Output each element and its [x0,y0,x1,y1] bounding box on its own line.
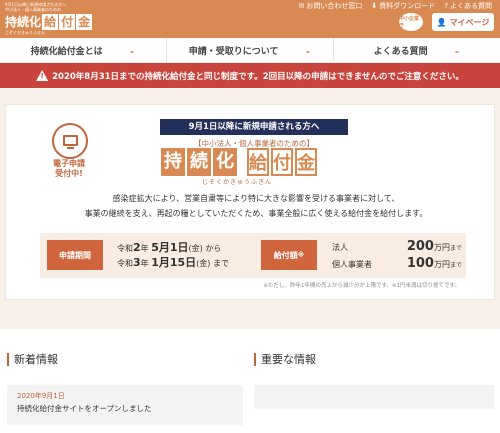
important-heading: 重要な情報 [254,353,316,366]
header-bar: 9月1日以降に新規申請される方へ 中小法人・個人事業者のための 持 続 化 給 … [0,0,500,38]
logo-ruby: じぞくかきゅうふきん [5,30,45,35]
apply-status-line1: 電子申請 [53,159,85,168]
title-char: 金 [295,148,317,176]
faq-link-label: よくある質問 [450,2,492,10]
title-ruby: じぞくかきゅうふきん [202,179,273,186]
title-char: 化 [213,148,237,176]
description-line: 感染症拡大により、営業自粛等により特に大きな影響を受ける事業者に対して、 [112,194,400,203]
period-end: 令和3年 1月15日(金) まで [117,256,229,269]
download-link-label: 資料ダウンロード [379,2,436,10]
download-icon: ⬇ [371,2,378,10]
period-start: 令和2年 5月1日(金) から [117,241,222,254]
hero-description: 感染症拡大により、営業自粛等により特に大きな影響を受ける事業者に対して、 事業の… [66,191,446,221]
logo-wordmark: 持 続 化 給 付 金 [5,14,93,30]
important-list [254,385,494,409]
nav-item-label: 申請・受取りについて [188,46,279,57]
chusho-kigyocho-logo[interactable]: 中小企業庁 [399,13,423,31]
logo-char: 金 [76,14,93,30]
hero-title: 持 続 化 給 付 金 [161,148,319,176]
mail-icon: ✉ [298,2,305,10]
chevron-down-icon: ⌄ [128,45,136,55]
apply-status-line2: 受付中! [55,169,83,178]
warning-icon: ! [36,70,49,81]
contact-link-label: お問い合わせ窓口 [306,2,363,10]
alert-text: 2020年8月31日までの持続化給付金と同じ制度です。2回目以降の申請はできませ… [52,71,464,82]
logo-char: 化 [29,15,42,29]
download-link[interactable]: ⬇ 資料ダウンロード [371,1,435,11]
corp-amount-row: 法人 200万円まで [332,239,462,254]
alert-banner: ! 2020年8月31日までの持続化給付金と同じ制度です。2回目以降の申請はでき… [0,63,500,88]
faq-link[interactable]: ? よくある質問 [444,1,492,11]
news-date: 2020年9月1日 [17,392,65,400]
contact-link[interactable]: ✉ お問い合わせ窓口 [299,1,363,11]
description-line: 事業の継続を支え、再起の糧としていただくため、事業全般に広く使える給付金を給付し… [84,209,428,218]
nav-item-label: よくある質問 [373,46,428,57]
nav-item-apply[interactable]: 申請・受取りについて ⌄ [167,38,334,62]
news-item[interactable]: 2020年9月1日 持続化給付金サイトをオープンしました [7,385,243,425]
mypage-button[interactable]: 👤 マイページ [432,13,494,31]
apply-status: 電子申請 受付中! [39,159,99,179]
nav-item-about[interactable]: 持続化給付金とは ⌄ [0,38,167,62]
mypage-button-label: マイページ [449,17,490,27]
chevron-down-icon: ⌄ [304,45,312,55]
news-heading: 新着情報 [7,353,58,366]
logo-char: 持 [5,15,18,29]
corp-amount: 200 [406,239,434,254]
user-icon: 👤 [436,17,447,27]
indiv-amount-row: 個人事業者 100万円まで [332,256,462,271]
period-dates: 令和2年 5月1日(金) から 令和3年 1月15日(金) まで [117,241,229,271]
chevron-down-icon: ⌄ [453,45,461,55]
title-char: 給 [247,148,269,176]
nav-item-label: 持続化給付金とは [30,46,103,57]
nav-item-faq[interactable]: よくある質問 ⌄ [334,38,500,62]
corp-label: 法人 [332,243,348,252]
indiv-amount: 100 [406,256,434,271]
period-label: 申請期間 [47,240,103,270]
title-char: 続 [187,148,211,176]
info-box: 申請期間 令和2年 5月1日(金) から 令和3年 1月15日(金) まで 給付… [40,233,466,278]
hero-card: 電子申請 受付中! 9月1日以降に新規申請される方へ 【中小法人・個人事業者のた… [5,104,495,300]
question-icon: ? [444,2,448,10]
amounts: 法人 200万円まで 個人事業者 100万円まで [332,239,462,273]
indiv-label: 個人事業者 [332,260,372,269]
logo-char: 付 [59,14,76,30]
main-nav: 持続化給付金とは ⌄ 申請・受取りについて ⌄ よくある質問 ⌄ [0,38,500,63]
computer-icon [52,123,88,159]
news-section: 新着情報 重要な情報 2020年9月1日 持続化給付金サイトをオープンしました [0,329,500,433]
site-logo[interactable]: 9月1日以降に新規申請される方へ 中小法人・個人事業者のための 持 続 化 給 … [5,2,93,35]
logo-char: 続 [17,15,30,29]
utility-links: ✉ お問い合わせ窓口 ⬇ 資料ダウンロード ? よくある質問 [299,1,492,11]
new-applicant-banner: 9月1日以降に新規申請される方へ [160,119,348,135]
logo-tagline-2: 中小法人・個人事業者のための [5,7,61,12]
amount-label: 給付額 ※ [261,240,317,270]
title-char: 付 [271,148,293,176]
footnote: ※ただし、昨年1年間の売上から減少分が上限です。※1円未満は切り捨てです。 [263,283,460,289]
logo-char: 給 [42,14,59,30]
news-text[interactable]: 持続化給付金サイトをオープンしました [17,403,152,414]
title-char: 持 [161,148,185,176]
